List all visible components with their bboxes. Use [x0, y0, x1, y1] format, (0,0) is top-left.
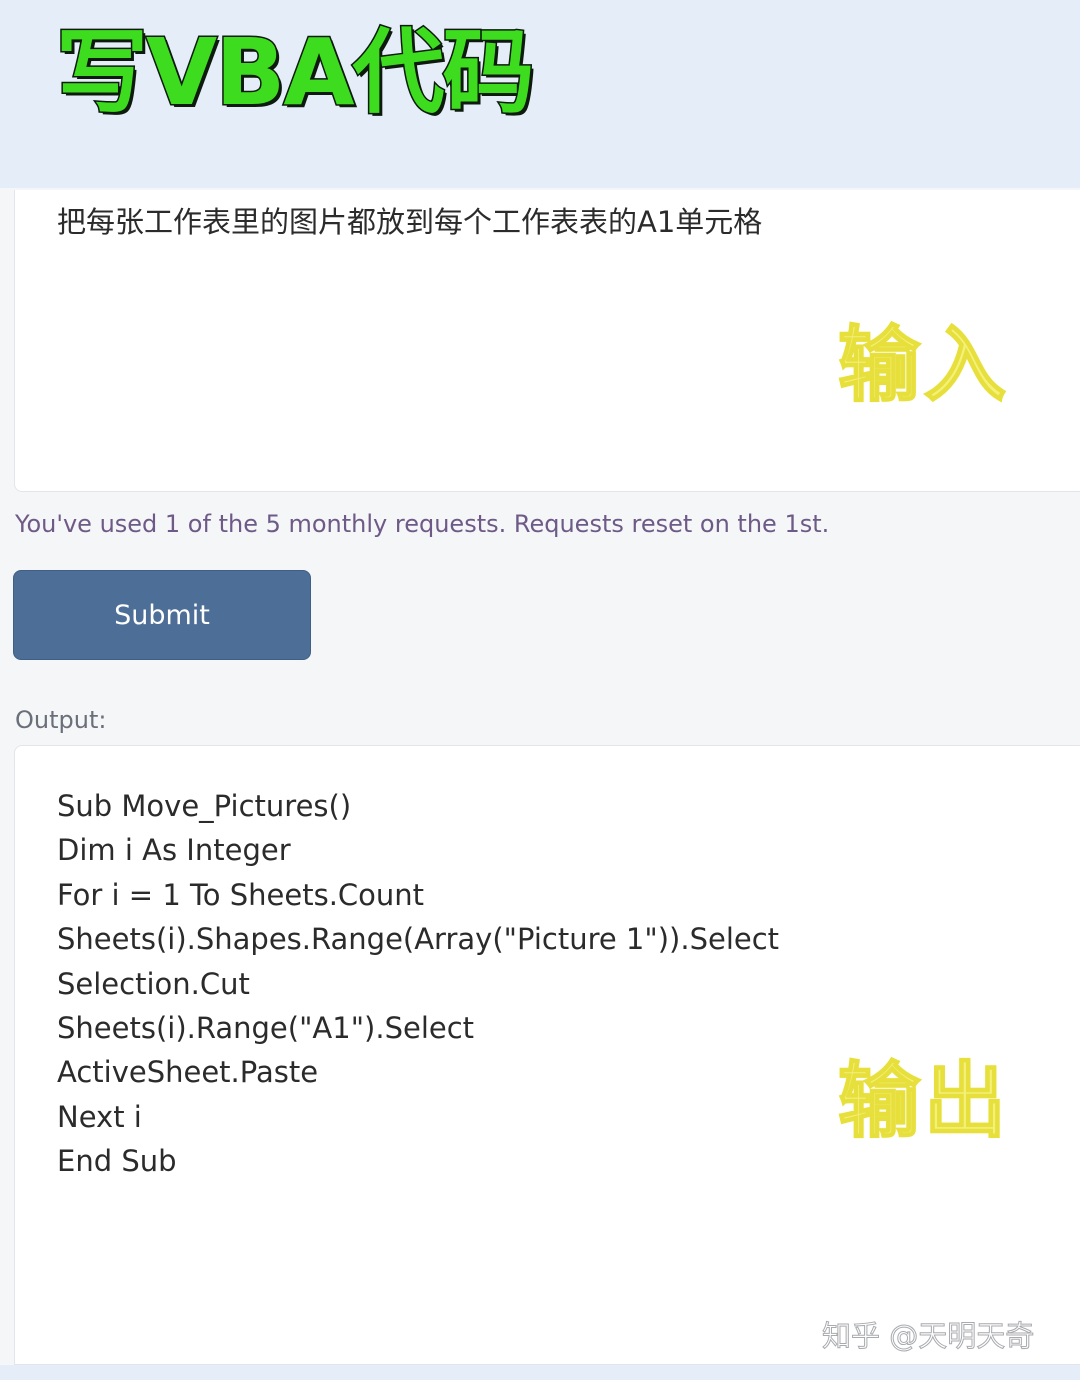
code-line: Sheets(i).Shapes.Range(Array("Picture 1"… — [57, 922, 780, 957]
usage-note: You've used 1 of the 5 monthly requests.… — [15, 510, 830, 538]
code-block: Sub Move_Pictures() Dim i As Integer For… — [57, 784, 779, 1184]
code-line: Selection.Cut — [57, 966, 250, 1001]
output-sticker-label: 输出 — [837, 1053, 1011, 1150]
code-line: For i = 1 To Sheets.Count — [57, 877, 425, 912]
page-title: 写VBA代码 — [55, 18, 537, 128]
bottom-strip — [0, 1365, 1080, 1380]
code-line: Dim i As Integer — [57, 833, 291, 868]
input-sticker-label: 输入 — [837, 317, 1011, 414]
submit-button[interactable]: Submit — [13, 570, 311, 660]
prompt-text: 把每张工作表里的图片都放到每个工作表表的A1单元格 — [57, 205, 763, 239]
code-line: Next i — [57, 1099, 142, 1134]
code-line: ActiveSheet.Paste — [57, 1055, 319, 1090]
code-line: Sheets(i).Range("A1").Select — [57, 1011, 475, 1046]
output-label: Output: — [15, 706, 107, 734]
code-line: End Sub — [57, 1144, 177, 1179]
watermark: 知乎 @天明天奇 — [821, 1319, 1035, 1354]
code-line: Sub Move_Pictures() — [57, 789, 352, 823]
